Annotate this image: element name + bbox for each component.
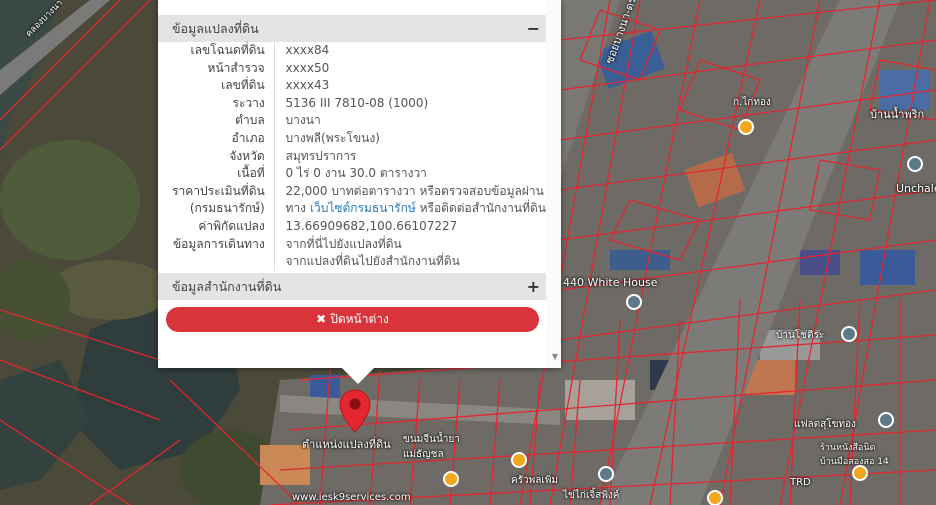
close-icon: ✖ — [316, 312, 327, 326]
poi-food-icon[interactable] — [852, 465, 868, 481]
map-label-pin: ตำแหน่งแปลงที่ดิน — [302, 438, 391, 451]
info-label: อำเภอ — [231, 130, 265, 145]
popup-scrollbar[interactable]: ▼ — [546, 0, 561, 368]
map-label-website: www.iesk9services.com — [292, 492, 411, 503]
info-label: หน้าสำรวจ — [207, 60, 265, 75]
info-row-travel: ข้อมูลการเดินทาง จากที่นี่ไปยังแปลงที่ดิ… — [158, 235, 546, 254]
info-label: (กรมธนารักษ์) — [189, 201, 265, 216]
info-row: เลขโฉนดที่ดิน xxxx84 — [158, 42, 546, 60]
info-row: อำเภอ บางพลี(พระโขนง) — [158, 129, 546, 148]
close-button-label: ปิดหน้าต่าง — [330, 312, 389, 326]
map-label-ran-nomai: ร้านหนังสือนิด บ้านมือสองสอ 14 — [820, 443, 889, 467]
map-label-kai-thong: ก.ไก่ทอง — [733, 97, 771, 108]
info-row-travel-2: จากแปลงที่ดินไปยังสำนักงานที่ดิน — [158, 253, 546, 271]
info-row: หน้าสำรวจ xxxx50 — [158, 59, 546, 78]
info-label: จังหวัด — [229, 148, 265, 163]
info-label: ระวาง — [232, 95, 265, 110]
info-value: บางนา — [285, 113, 321, 128]
poi-food-icon[interactable] — [511, 452, 527, 468]
info-row: ตำบล บางนา — [158, 112, 546, 130]
poi-pin-icon[interactable] — [598, 466, 614, 482]
map-label-krua: ครัวพลเพิ่ม — [511, 475, 558, 486]
info-row-price: ราคาประเมินที่ดิน 22,000 บาทต่อตารางวา ห… — [158, 182, 546, 201]
info-value: xxxx50 — [285, 60, 330, 75]
info-label: ค่าพิกัดแปลง — [198, 218, 265, 233]
info-row-coords: ค่าพิกัดแปลง 13.66909682,100.66107227 — [158, 217, 546, 236]
map-label-chai-kai: ไข่ไก่เจิ้สพิงค์ — [563, 490, 620, 501]
info-label: เนื้อที่ — [237, 166, 265, 181]
location-marker-icon[interactable] — [338, 388, 372, 434]
poi-food-icon[interactable] — [738, 119, 754, 135]
map-label-kanom: ขนมจีนน้ำยา แม่ธัญชล — [403, 434, 460, 460]
scroll-down-arrow-icon[interactable]: ▼ — [552, 352, 558, 361]
map-label-ban-chot: บ้านโชติระ — [776, 330, 825, 341]
poi-pin-icon[interactable] — [626, 294, 642, 310]
info-value: 0 ไร่ 0 งาน 30.0 ตารางวา — [285, 166, 427, 181]
info-label: ข้อมูลการเดินทาง — [172, 236, 265, 251]
office-section-header[interactable]: ข้อมูลสำนักงานที่ดิน + — [158, 273, 546, 300]
info-value: xxxx43 — [285, 78, 330, 93]
price-text-post: หรือติดต่อสำนักงานที่ดิน — [415, 201, 546, 216]
land-section-title: ข้อมูลแปลงที่ดิน — [172, 21, 259, 36]
map-label-trd: TRD — [790, 477, 811, 488]
poi-pin-icon[interactable] — [841, 326, 857, 342]
info-label: ราคาประเมินที่ดิน — [172, 183, 265, 198]
info-row: เนื้อที่ 0 ไร่ 0 งาน 30.0 ตารางวา — [158, 165, 546, 183]
info-value: สมุทรปราการ — [285, 148, 357, 163]
land-info-popup: ข้อมูลแปลงที่ดิน − เลขโฉนดที่ดิน xxxx84 หน… — [158, 0, 561, 368]
info-row: จังหวัด สมุทรปราการ — [158, 147, 546, 166]
info-label: ตำบล — [235, 113, 265, 128]
close-window-button[interactable]: ✖ ปิดหน้าต่าง — [166, 307, 539, 332]
poi-pin-icon[interactable] — [907, 156, 923, 172]
collapse-icon[interactable]: − — [527, 15, 540, 42]
treasury-website-link[interactable]: เว็บไซต์กรมธนารักษ์ — [310, 201, 416, 215]
map-label-white-house: 440 White House — [563, 276, 658, 289]
map-label-ban-nam: บ้านน้ำพริก — [870, 108, 925, 121]
land-section-header[interactable]: ข้อมูลแปลงที่ดิน − — [158, 15, 546, 42]
land-info-table: เลขโฉนดที่ดิน xxxx84 หน้าสำรวจ xxxx50 เลขที่… — [158, 42, 546, 271]
map-label-uncle: Unchale — [896, 182, 936, 195]
map-label-flat-thong: แฟลตสุโขทอง — [794, 419, 856, 430]
poi-pin-icon[interactable] — [878, 412, 894, 428]
info-row-price-2: (กรมธนารักษ์) ทาง เว็บไซต์กรมธนารักษ์ หร… — [158, 200, 546, 218]
directions-to-office-link[interactable]: จากแปลงที่ดินไปยังสำนักงานที่ดิน — [275, 253, 546, 271]
popup-pointer — [341, 367, 375, 384]
info-row: เลขที่ดิน xxxx43 — [158, 77, 546, 95]
expand-icon[interactable]: + — [527, 273, 540, 300]
coordinates-link[interactable]: 13.66909682,100.66107227 — [275, 218, 546, 236]
info-value: xxxx84 — [285, 43, 330, 57]
price-text-pre: ทาง — [285, 201, 310, 216]
poi-food-icon[interactable] — [443, 471, 459, 487]
poi-food-icon[interactable] — [707, 490, 723, 505]
info-label: เลขโฉนดที่ดิน — [190, 43, 265, 57]
office-section-title: ข้อมูลสำนักงานที่ดิน — [172, 279, 282, 294]
directions-to-parcel-link[interactable]: จากที่นี่ไปยังแปลงที่ดิน — [275, 236, 546, 254]
info-value: 22,000 บาทต่อตารางวา หรือตรวจสอบข้อมูลผ่… — [285, 183, 544, 198]
info-value: 5136 III 7810-08 (1000) — [285, 95, 429, 110]
info-row: ระวาง 5136 III 7810-08 (1000) — [158, 94, 546, 113]
info-value: บางพลี(พระโขนง) — [285, 130, 380, 145]
info-label: เลขที่ดิน — [221, 78, 265, 93]
